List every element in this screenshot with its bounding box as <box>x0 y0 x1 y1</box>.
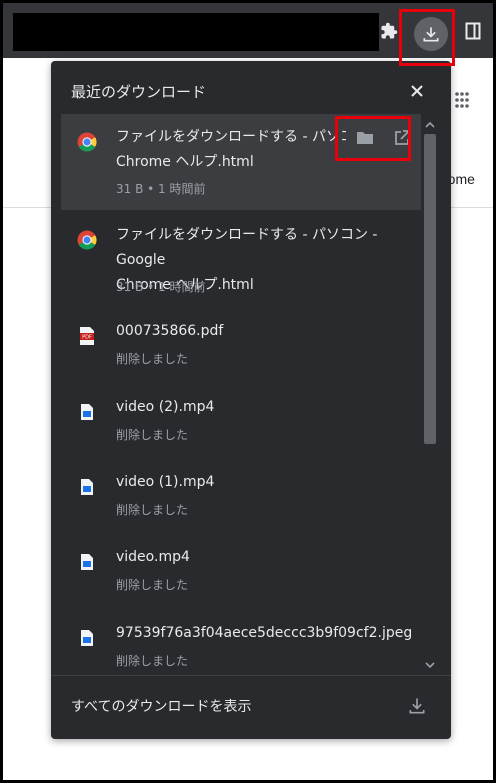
download-status: 31 B • 1 時間前 <box>116 280 206 294</box>
side-panel-icon[interactable] <box>459 17 487 45</box>
download-filename: video.mp4 <box>116 549 190 565</box>
download-status: 削除しました <box>116 503 189 517</box>
panel-footer: すべてのダウンロードを表示 <box>51 675 451 740</box>
download-status: 削除しました <box>116 352 189 366</box>
video-file-icon <box>77 552 97 572</box>
close-button[interactable] <box>407 81 427 101</box>
video-file-icon <box>77 477 97 497</box>
download-status: 31 B • 1 時間前 <box>116 182 206 196</box>
download-filename: 97539f76a3f04aece5deccc3b9f09cf2.jpeg <box>116 625 413 641</box>
download-status: 削除しました <box>116 654 189 668</box>
download-filename: 000735866.pdf <box>116 323 224 339</box>
panel-title: 最近のダウンロード <box>71 83 207 101</box>
download-item[interactable]: video (2).mp4 削除しました <box>61 384 421 460</box>
browser-window: rome 最近のダウンロード ファイルをダウンロードする - パソコン Chrom… <box>3 3 493 780</box>
download-filename: video (2).mp4 <box>116 399 215 415</box>
download-button-highlight <box>399 9 455 66</box>
download-status: 削除しました <box>116 428 189 442</box>
pdf-icon: PDF <box>77 326 97 346</box>
close-icon <box>411 85 423 97</box>
scroll-down-arrow-icon[interactable] <box>425 660 435 670</box>
download-item[interactable]: ファイルをダウンロードする - パソコン - Google Chrome ヘルプ.… <box>61 212 421 294</box>
download-status: 削除しました <box>116 578 189 592</box>
downloads-list[interactable]: ファイルをダウンロードする - パソコン Chrome ヘルプ.html 31 B… <box>51 114 437 674</box>
chrome-icon <box>77 132 97 152</box>
downloads-bubble: 最近のダウンロード ファイルをダウンロードする - パソコン Chrome ヘルプ… <box>51 61 451 739</box>
show-all-downloads-link[interactable]: すべてのダウンロードを表示 <box>71 696 251 716</box>
download-item[interactable]: 97539f76a3f04aece5deccc3b9f09cf2.jpeg 削除… <box>61 610 421 674</box>
download-item[interactable]: video (1).mp4 削除しました <box>61 459 421 535</box>
chrome-icon <box>77 230 97 250</box>
scrollbar-thumb[interactable] <box>424 134 436 444</box>
download-item[interactable]: PDF 000735866.pdf 削除しました <box>61 308 421 384</box>
apps-grid-icon <box>455 91 469 109</box>
download-item[interactable]: video.mp4 削除しました <box>61 534 421 610</box>
redacted-address-bar <box>13 13 379 51</box>
video-file-icon <box>77 402 97 422</box>
item-actions-highlight <box>335 116 411 161</box>
download-filename: video (1).mp4 <box>116 474 215 490</box>
svg-text:PDF: PDF <box>82 335 92 341</box>
scrollbar[interactable] <box>423 114 437 674</box>
scroll-up-arrow-icon[interactable] <box>425 120 435 130</box>
image-file-icon <box>77 628 97 648</box>
download-icon[interactable] <box>405 694 429 718</box>
